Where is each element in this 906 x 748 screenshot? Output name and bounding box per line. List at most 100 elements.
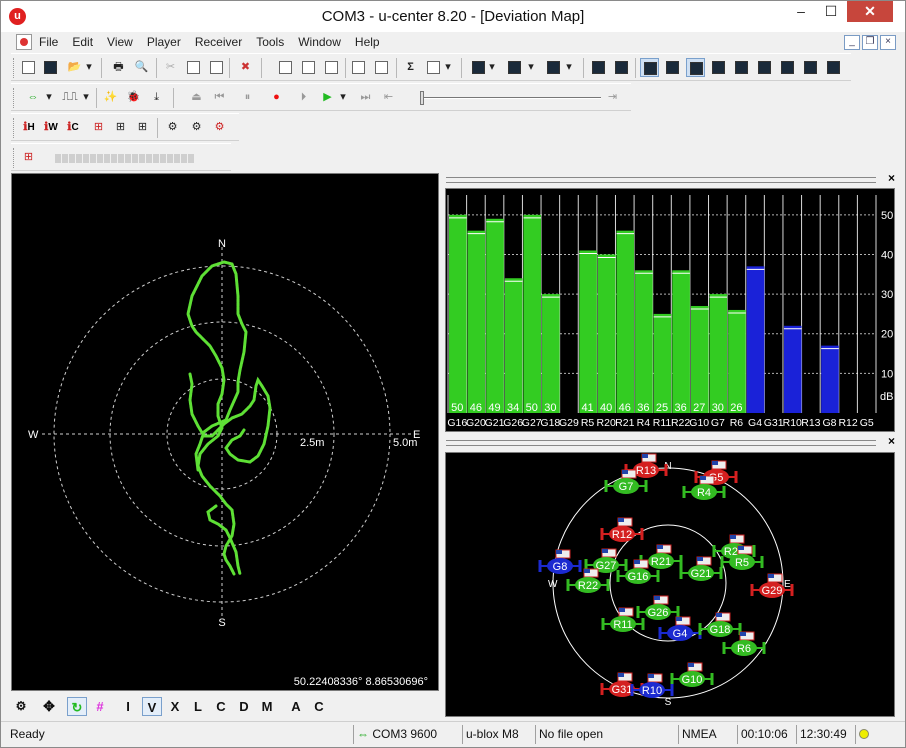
histogram-dropdown-icon[interactable]: ▾	[564, 58, 574, 77]
cn-chart-panel[interactable]: 50 40 30 20 10 G16 G20 G21 G26 G27 G18 G29 R5 R20 R21…	[445, 188, 895, 432]
table-view-icon[interactable]	[424, 58, 443, 77]
hot-start-button[interactable]: ℹH	[19, 118, 39, 137]
open-dropdown-icon[interactable]: ▾	[84, 58, 94, 77]
play-dropdown-icon[interactable]: ▾	[338, 88, 348, 107]
docking-icon[interactable]	[349, 58, 368, 77]
view-l-button[interactable]: L	[189, 697, 207, 716]
satellite-r12[interactable]: R12	[600, 517, 644, 542]
print-preview-icon[interactable]: 🔍	[132, 58, 151, 77]
view-a-button[interactable]: A	[287, 697, 305, 716]
multi-gnss2-icon[interactable]: ⊞	[133, 118, 152, 137]
pause-icon[interactable]: ⏸	[238, 88, 257, 107]
chart-dropdown-icon[interactable]: ▾	[526, 58, 536, 77]
record-icon[interactable]: ●	[267, 88, 286, 107]
clear-icon[interactable]: ✖	[236, 58, 255, 77]
status-port[interactable]: ⇔ COM3 9600	[353, 725, 461, 744]
playback-slider[interactable]	[420, 91, 424, 105]
sky-close-icon[interactable]: ×	[888, 434, 895, 448]
view-c2-button[interactable]: C	[310, 697, 328, 716]
export-doc3-icon[interactable]	[322, 58, 341, 77]
cn-chart-icon[interactable]	[686, 58, 705, 77]
step-icon[interactable]: ⏵	[294, 88, 313, 107]
paste-icon[interactable]	[207, 58, 226, 77]
menu-edit[interactable]: Edit	[72, 35, 100, 49]
messages-view-icon[interactable]	[589, 58, 608, 77]
menu-window[interactable]: Window	[298, 35, 348, 49]
table-dropdown-icon[interactable]: ▾	[443, 58, 453, 77]
child-window-icon[interactable]	[16, 34, 32, 50]
statistics-icon[interactable]: Σ	[401, 58, 420, 77]
menu-player[interactable]: Player	[147, 35, 188, 49]
grid-icon[interactable]: #	[90, 697, 110, 716]
open-folder-icon[interactable]: 📂	[65, 58, 84, 77]
sky-view-panel[interactable]: N S E W R13 G5 G7 R4 R12 R20 R5 G8 G27 R21 G16 G21 R…	[445, 452, 895, 717]
skip-back-icon[interactable]: ⇤	[379, 88, 398, 107]
menu-receiver[interactable]: Receiver	[195, 35, 249, 49]
map-view-icon[interactable]	[469, 58, 488, 77]
compass-icon[interactable]	[755, 58, 774, 77]
sun-icon[interactable]	[778, 58, 797, 77]
view-c-button[interactable]: C	[212, 697, 230, 716]
radar-icon[interactable]	[824, 58, 843, 77]
debug-icon[interactable]: 🐞	[124, 88, 143, 107]
download-icon[interactable]: ⤓	[147, 88, 166, 107]
view-m-button[interactable]: M	[258, 697, 276, 716]
deviation-map-icon[interactable]	[640, 58, 659, 77]
track-mode-icon[interactable]: ↻	[67, 697, 87, 716]
rewind-icon[interactable]: ⏮	[210, 88, 229, 107]
data-view-icon[interactable]	[663, 58, 682, 77]
map-dropdown-icon[interactable]: ▾	[487, 58, 497, 77]
window-icon[interactable]	[372, 58, 391, 77]
cut-icon[interactable]: ✂	[161, 58, 180, 77]
autobauding-icon[interactable]: ✨	[101, 88, 120, 107]
child-minimize-button[interactable]: _	[844, 35, 860, 50]
cn-close-icon[interactable]: ×	[888, 171, 895, 185]
connection-dropdown-icon[interactable]: ▾	[44, 88, 54, 107]
multi-gnss-icon[interactable]: ⊞	[111, 118, 130, 137]
reset-receiver-icon[interactable]: ⊞	[89, 118, 108, 137]
fast-forward-icon[interactable]: ⏭	[356, 88, 375, 107]
maximize-button[interactable]: ☐	[817, 1, 845, 22]
cold-start-button[interactable]: ℹC	[63, 118, 83, 137]
pan-icon[interactable]: ✥	[39, 697, 59, 716]
satellite-g8[interactable]: G8	[538, 549, 582, 574]
satellite-g21[interactable]: G21	[679, 556, 723, 581]
gear-revert-icon[interactable]: ⚙	[210, 118, 229, 137]
new-file-icon[interactable]	[19, 58, 38, 77]
view-d-button[interactable]: D	[235, 697, 253, 716]
deviation-map-panel[interactable]: N S E W 2.5m 5.0m 50.22408336° 8.8653069…	[11, 173, 439, 691]
sky-view-icon[interactable]	[612, 58, 631, 77]
gear-icon[interactable]: ⚙	[163, 118, 182, 137]
view-x-button[interactable]: X	[166, 697, 184, 716]
gear-save-icon[interactable]: ⚙	[187, 118, 206, 137]
warm-start-button[interactable]: ℹW	[41, 118, 61, 137]
close-button[interactable]: ✕	[847, 1, 893, 22]
child-close-button[interactable]: ×	[880, 35, 896, 50]
satellite-g10[interactable]: G10	[670, 662, 714, 687]
save-icon[interactable]	[41, 58, 60, 77]
baudrate-dropdown-icon[interactable]: ▾	[81, 88, 91, 107]
child-restore-button[interactable]: ❐	[862, 35, 878, 50]
copy-icon[interactable]	[184, 58, 203, 77]
histogram-icon[interactable]	[544, 58, 563, 77]
satellite-level-icon[interactable]	[709, 58, 728, 77]
print-icon[interactable]: 🖶	[109, 58, 128, 77]
message-poll-icon[interactable]: ⊞	[19, 148, 38, 167]
menu-file[interactable]: File	[39, 35, 65, 49]
chart-view-icon[interactable]	[505, 58, 524, 77]
settings-icon[interactable]: ⚙	[11, 697, 31, 716]
connection-icon[interactable]: ⇔	[21, 88, 45, 107]
eject-icon[interactable]: ⏏	[187, 88, 206, 107]
satellite-g18[interactable]: G18	[698, 612, 742, 637]
menu-tools[interactable]: Tools	[256, 35, 291, 49]
menu-help[interactable]: Help	[355, 35, 387, 49]
clock-icon[interactable]	[801, 58, 820, 77]
export-doc-icon[interactable]	[276, 58, 295, 77]
play-icon[interactable]: ▶	[318, 88, 337, 107]
view-i-button[interactable]: I	[119, 697, 137, 716]
export-doc2-icon[interactable]	[299, 58, 318, 77]
view-v-button[interactable]: V	[142, 697, 162, 716]
skip-end-icon[interactable]: ⇥	[603, 88, 622, 107]
baudrate-icon[interactable]: ⎍⎍	[59, 88, 81, 107]
satellite-g4[interactable]: G4	[658, 616, 702, 641]
